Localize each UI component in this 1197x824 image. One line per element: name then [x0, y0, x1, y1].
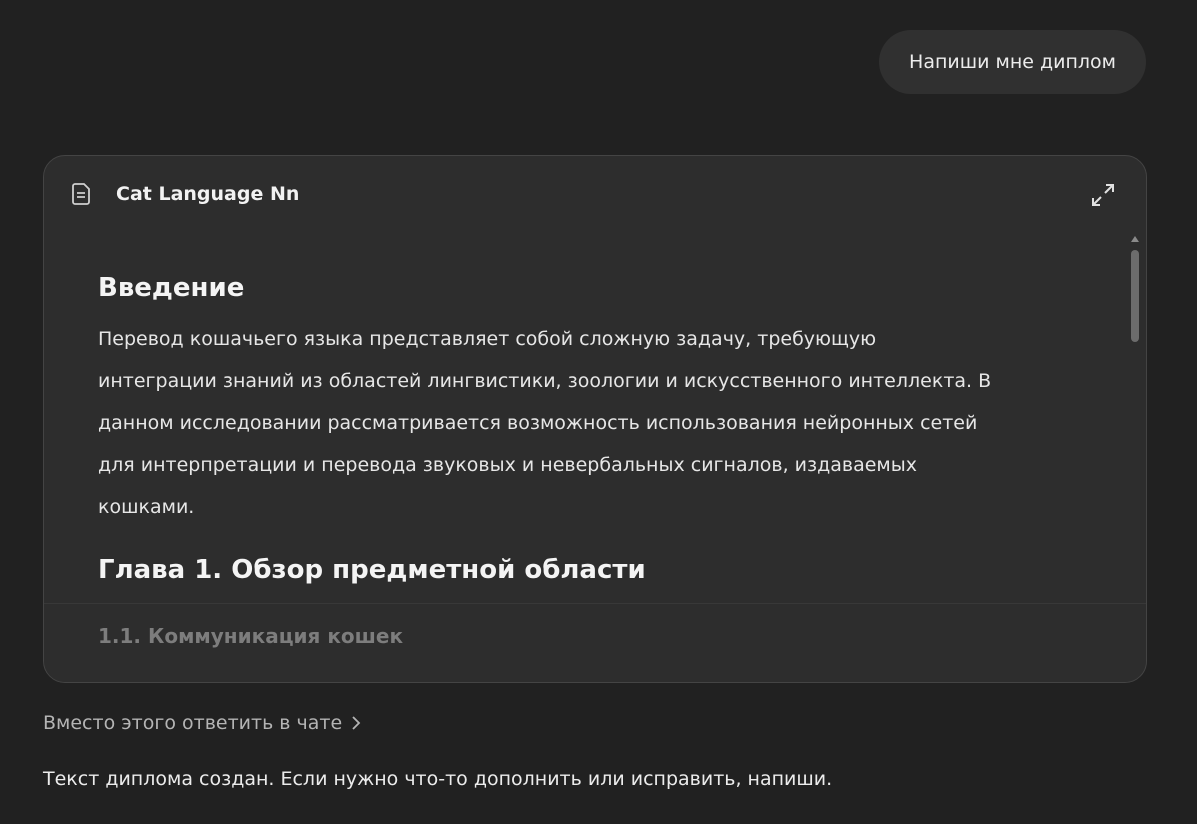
paragraph-line: данном исследовании рассматривается возм… — [98, 412, 978, 434]
user-message-bubble: Напиши мне диплом — [879, 30, 1146, 94]
paragraph-line: Перевод кошачьего языка представляет соб… — [98, 328, 877, 350]
scroll-thumb[interactable] — [1131, 250, 1139, 342]
scroll-up-arrow[interactable] — [1131, 236, 1139, 242]
chapter-heading: Глава 1. Обзор предметной области — [98, 555, 646, 585]
answer-in-chat-label: Вместо этого ответить в чате — [43, 712, 343, 734]
expand-icon[interactable] — [1090, 182, 1116, 208]
canvas-title: Cat Language Nn — [116, 183, 300, 205]
intro-heading: Введение — [98, 273, 245, 303]
chevron-right-icon — [352, 716, 361, 730]
assistant-reply: Текст диплома создан. Если нужно что-то … — [43, 768, 833, 790]
scrollbar[interactable] — [1130, 236, 1140, 426]
bottom-fade: 1.1. Коммуникация кошек — [44, 603, 1146, 682]
paragraph-line: для интерпретации и перевода звуковых и … — [98, 454, 917, 476]
section-heading: 1.1. Коммуникация кошек — [98, 624, 404, 648]
canvas-document-card[interactable]: Cat Language Nn Введение Перевод кошачье… — [43, 155, 1147, 683]
user-message-text: Напиши мне диплом — [909, 51, 1116, 73]
paragraph-line: интеграции знаний из областей лингвистик… — [98, 370, 992, 392]
intro-paragraph: Перевод кошачьего языка представляет соб… — [98, 318, 1088, 528]
canvas-header: Cat Language Nn — [44, 156, 1146, 234]
canvas-body[interactable]: Введение Перевод кошачьего языка предста… — [98, 268, 1088, 590]
answer-in-chat-link[interactable]: Вместо этого ответить в чате — [43, 712, 362, 734]
paragraph-line: кошками. — [98, 496, 195, 518]
document-icon — [72, 183, 90, 205]
